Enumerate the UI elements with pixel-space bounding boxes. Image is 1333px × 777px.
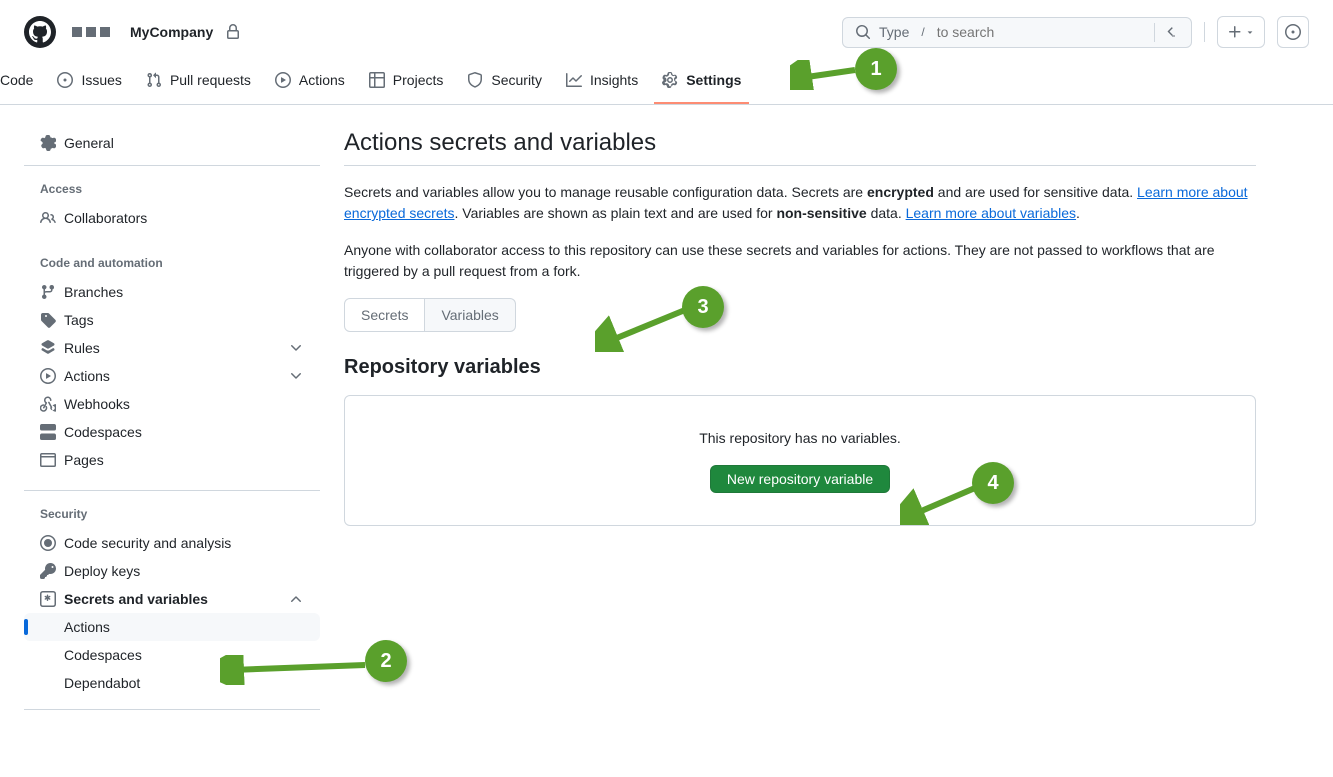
github-logo[interactable] <box>24 16 56 48</box>
sidebar-pages[interactable]: Pages <box>24 446 320 474</box>
chevron-up-icon <box>288 591 304 607</box>
nav-pull-requests[interactable]: Pull requests <box>138 64 259 104</box>
key-asterisk-icon <box>40 591 56 607</box>
nav-settings[interactable]: Settings <box>654 64 749 104</box>
empty-text: This repository has no variables. <box>377 428 1223 449</box>
tab-secrets[interactable]: Secrets <box>344 298 425 332</box>
git-pull-request-icon <box>146 72 162 88</box>
dropdown-caret-icon <box>1245 27 1255 37</box>
search-slash: / <box>917 25 928 39</box>
security-heading: Security <box>24 499 320 529</box>
repo-name[interactable]: MyCompany <box>130 24 213 40</box>
graph-icon <box>566 72 582 88</box>
play-icon <box>40 368 56 384</box>
lock-icon <box>225 24 241 40</box>
annotation-arrow-4 <box>900 480 980 525</box>
chevron-down-icon <box>288 340 304 356</box>
divider <box>1204 22 1205 42</box>
shield-icon <box>467 72 483 88</box>
annotation-marker-1: 1 <box>855 48 897 90</box>
new-variable-button[interactable]: New repository variable <box>710 465 890 493</box>
sidebar-webhooks[interactable]: Webhooks <box>24 390 320 418</box>
play-icon <box>275 72 291 88</box>
key-icon <box>40 563 56 579</box>
sidebar-rules[interactable]: Rules <box>24 334 320 362</box>
browser-icon <box>40 452 56 468</box>
annotation-marker-2: 2 <box>365 640 407 682</box>
issue-icon <box>1285 24 1301 40</box>
sidebar-general[interactable]: General <box>24 129 320 157</box>
gear-icon <box>662 72 678 88</box>
nav-code[interactable]: Code <box>0 64 41 104</box>
sidebar-codespaces[interactable]: Codespaces <box>24 418 320 446</box>
stack-icon <box>40 340 56 356</box>
tab-variables[interactable]: Variables <box>425 298 515 332</box>
nav-insights[interactable]: Insights <box>558 64 646 104</box>
description-para-1: Secrets and variables allow you to manag… <box>344 182 1256 224</box>
annotation-marker-4: 4 <box>972 462 1014 504</box>
codescan-icon <box>40 535 56 551</box>
annotation-arrow-1 <box>790 60 860 90</box>
tag-icon <box>40 312 56 328</box>
sidebar-collaborators[interactable]: Collaborators <box>24 204 320 232</box>
nav-issues[interactable]: Issues <box>49 64 129 104</box>
search-field[interactable] <box>937 24 1146 40</box>
annotation-marker-3: 3 <box>682 286 724 328</box>
nav-security[interactable]: Security <box>459 64 550 104</box>
search-icon <box>855 24 871 40</box>
description-para-2: Anyone with collaborator access to this … <box>344 240 1256 282</box>
git-branch-icon <box>40 284 56 300</box>
search-input[interactable]: Type / <box>842 17 1192 48</box>
chevron-down-icon <box>288 368 304 384</box>
breadcrumb-placeholder <box>72 27 110 37</box>
page-title: Actions secrets and variables <box>344 129 1256 166</box>
issue-opened-icon <box>57 72 73 88</box>
issues-button[interactable] <box>1277 16 1309 48</box>
access-heading: Access <box>24 174 320 204</box>
command-palette-icon[interactable] <box>1154 23 1179 42</box>
table-icon <box>369 72 385 88</box>
section-heading: Repository variables <box>344 356 1256 379</box>
empty-state: This repository has no variables. New re… <box>344 395 1256 526</box>
nav-projects[interactable]: Projects <box>361 64 452 104</box>
sidebar-actions[interactable]: Actions <box>24 362 320 390</box>
webhook-icon <box>40 396 56 412</box>
nav-actions[interactable]: Actions <box>267 64 353 104</box>
sidebar-secrets-variables[interactable]: Secrets and variables <box>24 585 320 613</box>
sidebar-deploy-keys[interactable]: Deploy keys <box>24 557 320 585</box>
sidebar-branches[interactable]: Branches <box>24 278 320 306</box>
gear-icon <box>40 135 56 151</box>
sidebar-code-security[interactable]: Code security and analysis <box>24 529 320 557</box>
plus-icon <box>1227 24 1243 40</box>
sidebar-tags[interactable]: Tags <box>24 306 320 334</box>
code-automation-heading: Code and automation <box>24 248 320 278</box>
codespaces-icon <box>40 424 56 440</box>
annotation-arrow-3 <box>595 302 690 352</box>
sidebar-sub-actions[interactable]: Actions <box>24 613 320 641</box>
add-button[interactable] <box>1217 16 1265 48</box>
search-prefix: Type <box>879 24 909 40</box>
link-variables[interactable]: Learn more about variables <box>906 205 1076 221</box>
annotation-arrow-2 <box>220 655 370 685</box>
people-icon <box>40 210 56 226</box>
